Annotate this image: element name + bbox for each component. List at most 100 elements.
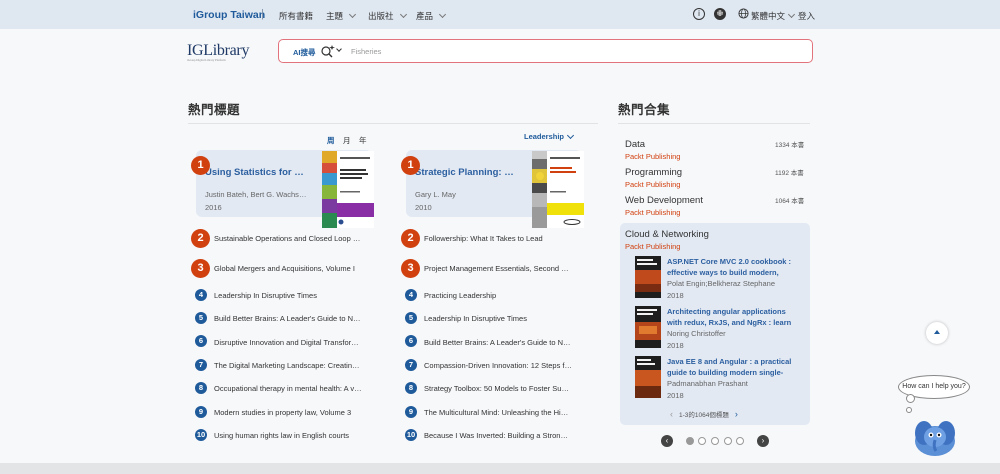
- carousel-prev-button[interactable]: ‹: [661, 435, 673, 447]
- book-cover-image[interactable]: [322, 151, 374, 228]
- collection-item[interactable]: Data Packt Publishing: [625, 139, 680, 161]
- collection-name: Web Development: [625, 195, 703, 206]
- search-input[interactable]: [351, 44, 801, 58]
- globe-icon: [738, 8, 749, 19]
- carousel-dot[interactable]: [736, 437, 744, 445]
- list-item[interactable]: Followership: What It Takes to Lead: [424, 234, 572, 243]
- list-item[interactable]: Using human rights law in English courts: [214, 431, 362, 440]
- login-link[interactable]: 登入: [798, 10, 815, 22]
- rank-badge: 5: [405, 312, 417, 324]
- rank-badge: 3: [401, 259, 420, 278]
- book-author: Gary L. May: [415, 190, 456, 199]
- collection-item[interactable]: Cloud & Networking Packt Publishing: [625, 229, 709, 251]
- collection-count: 1064 本書: [775, 198, 805, 205]
- rank-badge: 10: [195, 429, 207, 441]
- list-item[interactable]: Compassion-Driven Innovation: 12 Steps f…: [424, 361, 572, 370]
- chevron-down-icon: [787, 10, 796, 19]
- rank-badge: 8: [405, 382, 417, 394]
- book-title[interactable]: Java EE 8 and Angular : a practical guid…: [667, 356, 792, 378]
- book-title[interactable]: Architecting angular applications with r…: [667, 306, 792, 328]
- rank-badge: 5: [195, 312, 207, 324]
- book-author: Padmanabhan Prashant: [667, 379, 748, 388]
- brand-link[interactable]: iGroup Taiwan: [193, 9, 265, 21]
- list-item[interactable]: Build Better Brains: A Leader's Guide to…: [214, 314, 362, 323]
- chevron-down-icon[interactable]: [336, 46, 342, 52]
- pager-range: 1-3的1064個標題: [679, 412, 729, 419]
- period-week-tab[interactable]: 周: [327, 135, 335, 146]
- collection-publisher: Packt Publishing: [625, 152, 681, 161]
- info-icon[interactable]: i: [693, 8, 705, 20]
- logo[interactable]: IGLibrary iGroup Digital Library Platfor…: [187, 42, 249, 62]
- language-selector[interactable]: 繁體中文: [751, 10, 796, 22]
- nav-all-books[interactable]: 所有書籍: [279, 10, 313, 22]
- list-item[interactable]: The Digital Marketing Landscape: Creatin…: [214, 361, 362, 370]
- list-item[interactable]: Global Mergers and Acquisitions, Volume …: [214, 264, 362, 273]
- collection-name: Cloud & Networking: [625, 229, 709, 240]
- nav-all-books-label: 所有書籍: [279, 11, 314, 21]
- logo-text: IGLibrary: [187, 42, 250, 59]
- list-item[interactable]: Practicing Leadership: [424, 291, 572, 300]
- scroll-to-top-button[interactable]: [926, 322, 948, 344]
- list-item[interactable]: Leadership In Disruptive Times: [214, 291, 362, 300]
- list-item[interactable]: Leadership In Disruptive Times: [424, 314, 572, 323]
- carousel-dot[interactable]: [724, 437, 732, 445]
- list-item[interactable]: Project Management Essentials, Second Ed…: [424, 264, 572, 273]
- list-item[interactable]: Because I Was Inverted: Building a Stron…: [424, 431, 572, 440]
- book-year: 2018: [667, 291, 684, 300]
- pager-prev-icon[interactable]: ‹: [670, 409, 673, 419]
- list-item[interactable]: Occupational therapy in mental health: A…: [214, 384, 362, 393]
- nav-subjects[interactable]: 主題: [326, 10, 357, 22]
- rank-badge: 2: [401, 229, 420, 248]
- book-cover-image[interactable]: [635, 356, 661, 398]
- carousel-dot[interactable]: [698, 437, 706, 445]
- rank-badge: 8: [195, 382, 207, 394]
- subject-filter-dropdown[interactable]: Leadership: [524, 131, 575, 141]
- nav-products-label: 產品: [416, 11, 434, 21]
- book-cover-image[interactable]: [635, 306, 661, 348]
- chevron-down-icon: [566, 131, 575, 139]
- book-cover-image[interactable]: [635, 256, 661, 298]
- book-title[interactable]: ASP.NET Core MVC 2.0 cookbook : effectiv…: [667, 256, 792, 278]
- book-cover-image[interactable]: [532, 151, 584, 228]
- nav-publishers[interactable]: 出版社: [368, 10, 407, 22]
- section-divider: [188, 123, 598, 124]
- rank-badge: 3: [191, 259, 210, 278]
- rank-badge: 9: [195, 406, 207, 418]
- chatbot-mascot-icon[interactable]: [910, 413, 958, 457]
- list-item[interactable]: Build Better Brains: A Leader's Guide to…: [424, 338, 572, 347]
- rank-badge: 1: [191, 156, 210, 175]
- list-item[interactable]: Sustainable Operations and Closed Loop S…: [214, 234, 362, 243]
- book-title[interactable]: Using Statistics for Better Business Dec…: [205, 167, 309, 178]
- period-month-tab[interactable]: 月: [343, 135, 351, 146]
- book-title[interactable]: Strategic Planning: Fundamentals for Sma…: [415, 167, 519, 178]
- ai-search-label[interactable]: AI搜尋: [293, 47, 316, 58]
- accessibility-icon[interactable]: ✙: [714, 8, 726, 20]
- nav-subjects-label: 主題: [326, 11, 344, 21]
- collections-heading: 熱門合集: [618, 103, 671, 117]
- pager-next-icon[interactable]: ›: [735, 409, 738, 419]
- book-author: Polat Engin;Belkheraz Stephane: [667, 279, 775, 288]
- section-divider: [618, 123, 810, 124]
- collection-item[interactable]: Programming Packt Publishing: [625, 167, 682, 189]
- list-item[interactable]: The Multicultural Mind: Unleashing the H…: [424, 408, 572, 417]
- list-item[interactable]: Disruptive Innovation and Digital Transf…: [214, 338, 362, 347]
- nav-publishers-label: 出版社: [368, 11, 394, 21]
- chevron-down-icon: [399, 10, 407, 19]
- collection-count: 1192 本書: [775, 170, 804, 177]
- collection-count: 1334 本書: [775, 142, 805, 149]
- footer-strip: [0, 463, 1000, 474]
- list-item[interactable]: Modern studies in property law, Volume 3: [214, 408, 362, 417]
- ai-search-icon[interactable]: [320, 44, 336, 58]
- book-year: 2010: [415, 203, 432, 212]
- carousel-next-button[interactable]: ›: [757, 435, 769, 447]
- book-author: Justin Bateh, Bert G. Wachsmann: [205, 190, 309, 199]
- carousel-dot[interactable]: [711, 437, 719, 445]
- nav-products[interactable]: 產品: [416, 10, 447, 22]
- collection-pager: ‹ 1-3的1064個標題 ›: [670, 409, 738, 419]
- brand-separator: |: [261, 8, 264, 20]
- period-year-tab[interactable]: 年: [359, 135, 367, 146]
- carousel-dot[interactable]: [686, 437, 694, 445]
- list-item[interactable]: Strategy Toolbox: 50 Models to Foster Su…: [424, 384, 572, 393]
- collection-item[interactable]: Web Development Packt Publishing: [625, 195, 703, 217]
- featured-collection-panel: Cloud & Networking Packt Publishing ASP.…: [620, 223, 810, 425]
